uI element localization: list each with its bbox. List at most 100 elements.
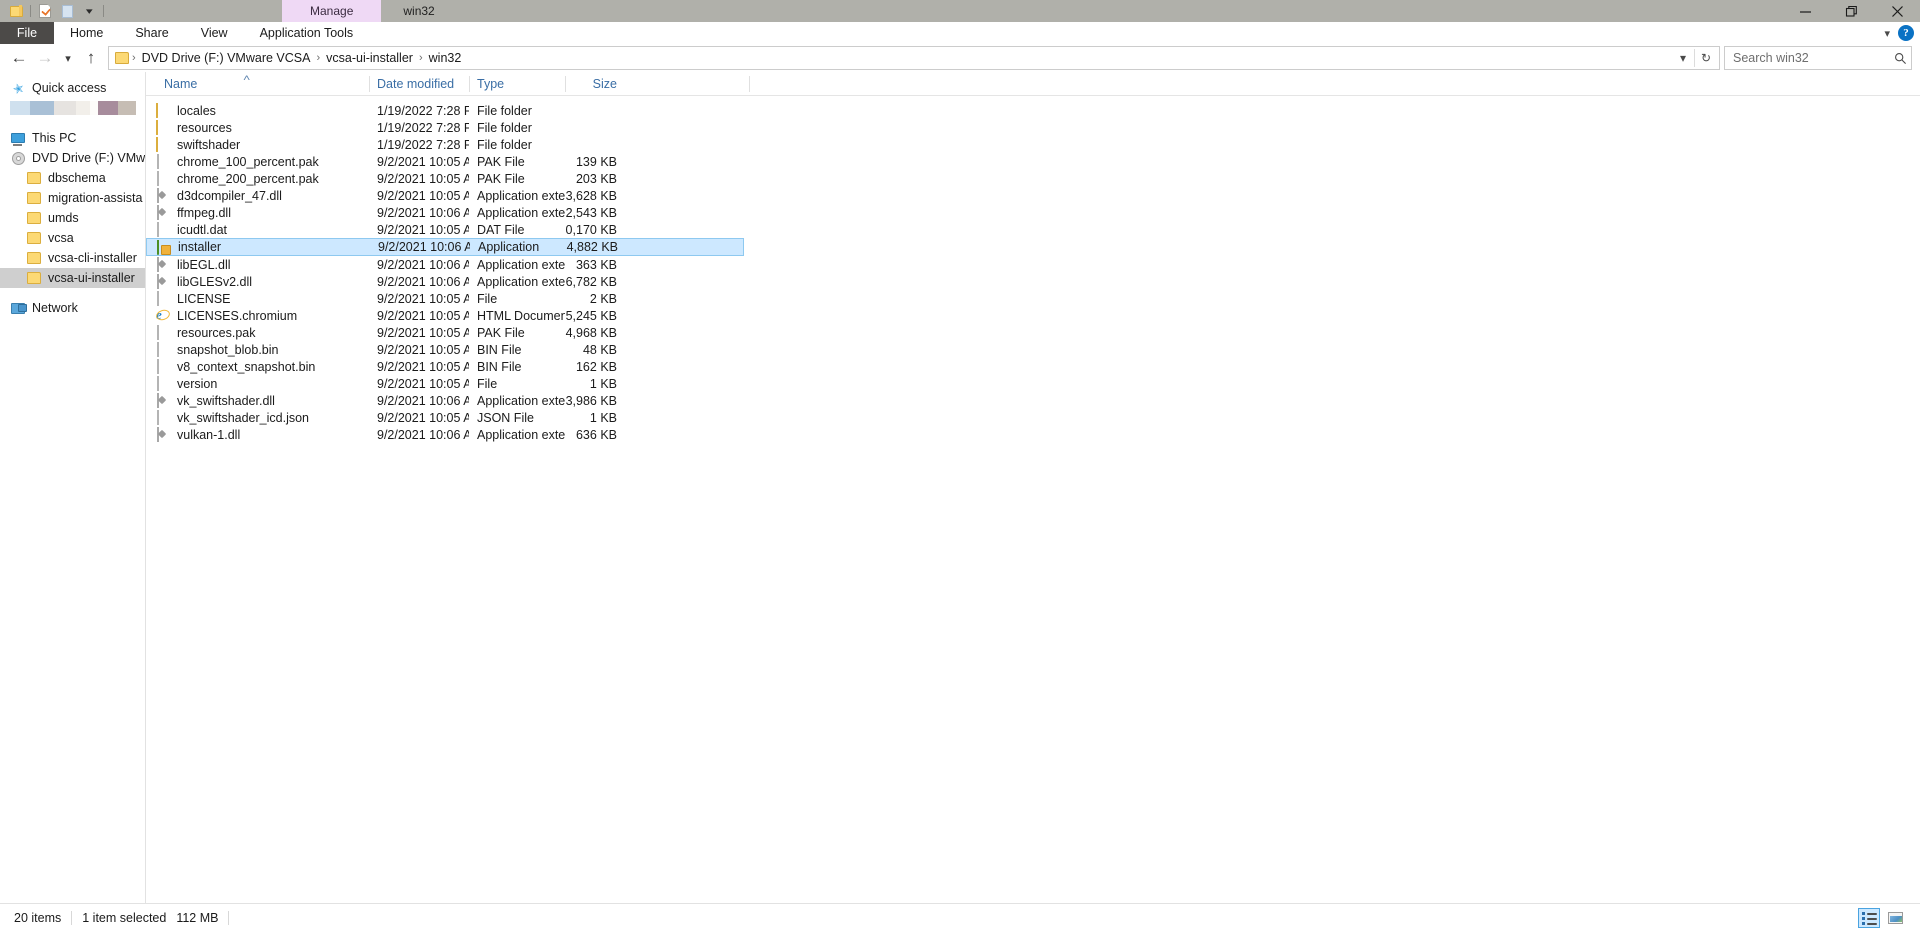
address-bar: ← → ▾ ↑ › DVD Drive (F:) VMware VCSA › v… [0, 44, 1920, 72]
table-row[interactable]: resources.pak 9/2/2021 10:05 AM PAK File… [146, 324, 1920, 341]
up-button[interactable]: ↑ [78, 45, 104, 71]
file-name: LICENSES.chromium [177, 308, 298, 323]
tab-view[interactable]: View [185, 22, 244, 44]
contextual-tab-header-manage[interactable]: Manage [282, 0, 382, 22]
table-row[interactable]: locales 1/19/2022 7:28 PM File folder [146, 102, 1920, 119]
file-type-cell: Application extens... [477, 188, 565, 203]
properties-icon[interactable] [34, 1, 56, 21]
file-type-cell: Application [478, 240, 540, 254]
sidebar-item-dbschema[interactable]: dbschema [0, 168, 146, 188]
large-icons-view-button[interactable] [1884, 908, 1906, 928]
table-row[interactable]: libGLESv2.dll 9/2/2021 10:06 AM Applicat… [146, 273, 1920, 290]
table-row[interactable]: ffmpeg.dll 9/2/2021 10:06 AM Application… [146, 204, 1920, 221]
column-header-type[interactable]: Type [469, 72, 565, 96]
table-row[interactable]: d3dcompiler_47.dll 9/2/2021 10:05 AM App… [146, 187, 1920, 204]
file-type-cell: File folder [477, 137, 532, 152]
folder-icon [26, 270, 42, 286]
tab-file[interactable]: File [0, 22, 54, 44]
file-name-cell: libEGL.dll [156, 257, 369, 272]
breadcrumb-item-0[interactable]: DVD Drive (F:) VMware VCSA [137, 51, 316, 65]
table-row[interactable]: swiftshader 1/19/2022 7:28 PM File folde… [146, 136, 1920, 153]
file-name: resources [177, 120, 232, 135]
customize-chevron-icon[interactable]: ▾ [78, 1, 100, 21]
table-row[interactable]: chrome_100_percent.pak 9/2/2021 10:05 AM… [146, 153, 1920, 170]
table-row[interactable]: vk_swiftshader_icd.json 9/2/2021 10:05 A… [146, 409, 1920, 426]
file-name-cell: vk_swiftshader.dll [156, 393, 369, 408]
generic-file-icon [156, 154, 170, 169]
column-header-name-label: Name [164, 76, 198, 91]
file-date-cell: 1/19/2022 7:28 PM [377, 137, 469, 152]
tab-application-tools[interactable]: Application Tools [244, 22, 370, 44]
back-button[interactable]: ← [6, 45, 32, 71]
file-type-cell: PAK File [477, 325, 525, 340]
sidebar-item-umds[interactable]: umds [0, 208, 146, 228]
table-row[interactable]: vk_swiftshader.dll 9/2/2021 10:06 AM App… [146, 392, 1920, 409]
help-icon[interactable]: ? [1898, 25, 1914, 41]
forward-button[interactable]: → [32, 45, 58, 71]
sidebar-item-this-pc[interactable]: This PC [0, 128, 146, 148]
breadcrumb-item-1[interactable]: vcsa-ui-installer [321, 51, 418, 65]
table-row[interactable]: installer 9/2/2021 10:06 AM Application … [146, 238, 744, 256]
file-name-cell: d3dcompiler_47.dll [156, 188, 369, 203]
tab-home[interactable]: Home [54, 22, 119, 44]
file-rows: locales 1/19/2022 7:28 PM File folder re… [146, 96, 1920, 443]
close-button[interactable] [1874, 0, 1920, 22]
table-row[interactable]: e LICENSES.chromium 9/2/2021 10:05 AM HT… [146, 307, 1920, 324]
table-row[interactable]: chrome_200_percent.pak 9/2/2021 10:05 AM… [146, 170, 1920, 187]
folder-icon [26, 170, 42, 186]
refresh-icon[interactable]: ↻ [1695, 47, 1717, 69]
chevron-down-icon[interactable]: ▾ [1884, 27, 1890, 40]
file-name: v8_context_snapshot.bin [177, 359, 316, 374]
column-header-size[interactable]: Size [565, 72, 625, 96]
table-row[interactable]: v8_context_snapshot.bin 9/2/2021 10:05 A… [146, 358, 1920, 375]
status-selection: 1 item selected [82, 910, 167, 925]
sidebar-item-label: vcsa-cli-installer [48, 251, 137, 265]
table-row[interactable]: snapshot_blob.bin 9/2/2021 10:05 AM BIN … [146, 341, 1920, 358]
file-size-cell: 1 KB [589, 376, 617, 391]
breadcrumb-item-2[interactable]: win32 [424, 51, 467, 65]
status-bar: 20 items 1 item selected 112 MB [0, 903, 1920, 931]
explorer-folder-icon[interactable] [5, 1, 27, 21]
sidebar-item-network[interactable]: Network [0, 298, 146, 318]
table-row[interactable]: vulkan-1.dll 9/2/2021 10:06 AM Applicati… [146, 426, 1920, 443]
status-divider-1 [71, 910, 73, 925]
table-row[interactable]: LICENSE 9/2/2021 10:05 AM File 2 KB [146, 290, 1920, 307]
file-date-cell: 9/2/2021 10:06 AM [377, 257, 469, 272]
sidebar-item-quick-access[interactable]: ✭ Quick access [0, 78, 146, 98]
new-folder-icon[interactable] [56, 1, 78, 21]
column-header-date-modified[interactable]: Date modified [369, 72, 469, 96]
minimize-button[interactable] [1782, 0, 1828, 22]
file-size-cell: 139 KB [575, 154, 617, 169]
table-row[interactable]: resources 1/19/2022 7:28 PM File folder [146, 119, 1920, 136]
dll-icon [156, 205, 170, 220]
tab-share[interactable]: Share [119, 22, 184, 44]
column-header-name[interactable]: Name ˄ [156, 72, 369, 96]
maximize-button[interactable] [1828, 0, 1874, 22]
folder-icon [26, 190, 42, 206]
sidebar-item-vcsa-ui-installer[interactable]: vcsa-ui-installer [0, 268, 146, 288]
table-row[interactable]: version 9/2/2021 10:05 AM File 1 KB [146, 375, 1920, 392]
file-type-cell: File folder [477, 120, 532, 135]
sidebar-item-migration-assistant[interactable]: migration-assista [0, 188, 146, 208]
file-name-cell: resources.pak [156, 325, 369, 340]
generic-file-icon [156, 359, 170, 374]
search-box[interactable]: Search win32 [1724, 46, 1912, 70]
breadcrumb[interactable]: › DVD Drive (F:) VMware VCSA › vcsa-ui-i… [108, 46, 1720, 70]
table-row[interactable]: icudtl.dat 9/2/2021 10:05 AM DAT File 10… [146, 221, 1920, 238]
file-date-cell: 9/2/2021 10:05 AM [377, 291, 469, 306]
sidebar-item-vcsa-cli-installer[interactable]: vcsa-cli-installer [0, 248, 146, 268]
sidebar-item-dvd-drive[interactable]: DVD Drive (F:) VMw [0, 148, 146, 168]
generic-file-icon [156, 171, 170, 186]
previous-locations-chevron-icon[interactable]: ▾ [1672, 47, 1694, 69]
file-name-cell: v8_context_snapshot.bin [156, 359, 369, 374]
file-type-cell: Application extens... [477, 205, 565, 220]
sidebar-item-vcsa[interactable]: vcsa [0, 228, 146, 248]
file-size-cell: 3,986 KB [565, 393, 617, 408]
details-view-button[interactable] [1858, 907, 1880, 928]
search-input[interactable]: Search win32 [1733, 51, 1894, 65]
recent-locations-chevron-icon[interactable]: ▾ [58, 45, 78, 71]
file-name-cell: version [156, 376, 369, 391]
table-row[interactable]: libEGL.dll 9/2/2021 10:06 AM Application… [146, 256, 1920, 273]
